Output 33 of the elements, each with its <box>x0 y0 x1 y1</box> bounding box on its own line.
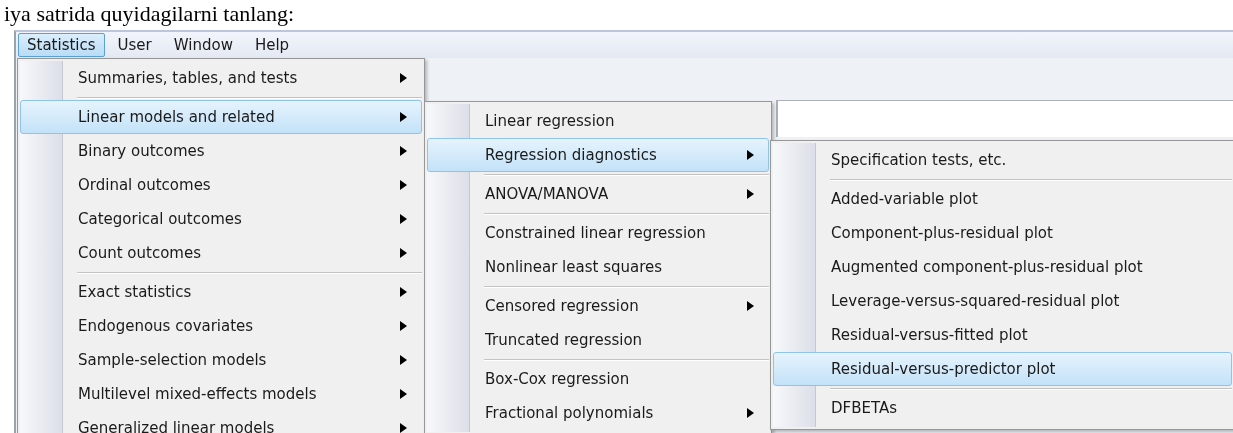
menu-item[interactable]: Linear regression <box>427 104 769 138</box>
menu-item[interactable]: Truncated regression <box>427 323 769 357</box>
menu-item[interactable]: Categorical outcomes <box>20 202 422 236</box>
menu-item[interactable]: Sample-selection models <box>20 343 422 377</box>
menu-item[interactable]: Summaries, tables, and tests <box>20 61 422 95</box>
menu-item[interactable]: Residual-versus-predictor plot <box>773 352 1232 386</box>
menu-item[interactable]: Regression diagnostics <box>427 138 769 172</box>
menu-bar-item[interactable]: User <box>108 33 161 57</box>
menu-item[interactable]: Nonlinear least squares <box>427 250 769 284</box>
menu-item[interactable]: ANOVA/MANOVA <box>427 177 769 211</box>
menu-item[interactable]: Specification tests, etc. <box>773 143 1232 177</box>
menu-item[interactable]: Added-variable plot <box>773 182 1232 216</box>
menu-bar-item[interactable]: Statistics <box>18 33 105 57</box>
menu-item[interactable]: Exact statistics <box>20 275 422 309</box>
menu-item[interactable]: Augmented component-plus-residual plot <box>773 250 1232 284</box>
menu-item[interactable]: Box-Cox regression <box>427 362 769 396</box>
document-text: iya satrida quyidagilarni tanlang: <box>3 0 295 28</box>
menu-bar-item[interactable]: Help <box>245 33 299 57</box>
menu-item[interactable]: Censored regression <box>427 289 769 323</box>
menu-item[interactable]: Constrained linear regression <box>427 216 769 250</box>
menu-item[interactable]: Fractional polynomials <box>427 396 769 430</box>
menu-item[interactable]: Residual-versus-fitted plot <box>773 318 1232 352</box>
menu-item[interactable]: Generalized linear models <box>20 411 422 433</box>
menu-bar-item[interactable]: Window <box>164 33 242 57</box>
menu-item[interactable]: Endogenous covariates <box>20 309 422 343</box>
menu-item[interactable]: Leverage-versus-squared-residual plot <box>773 284 1232 318</box>
menu-item[interactable]: Ordinal outcomes <box>20 168 422 202</box>
menu-item[interactable]: Binary outcomes <box>20 134 422 168</box>
menu-item[interactable]: Component-plus-residual plot <box>773 216 1232 250</box>
menu-item[interactable]: Linear models and related <box>20 100 422 134</box>
menu-item[interactable]: Multilevel mixed-effects models <box>20 377 422 411</box>
menu-item[interactable]: DFBETAs <box>773 391 1232 425</box>
menu-item[interactable]: Count outcomes <box>20 236 422 270</box>
